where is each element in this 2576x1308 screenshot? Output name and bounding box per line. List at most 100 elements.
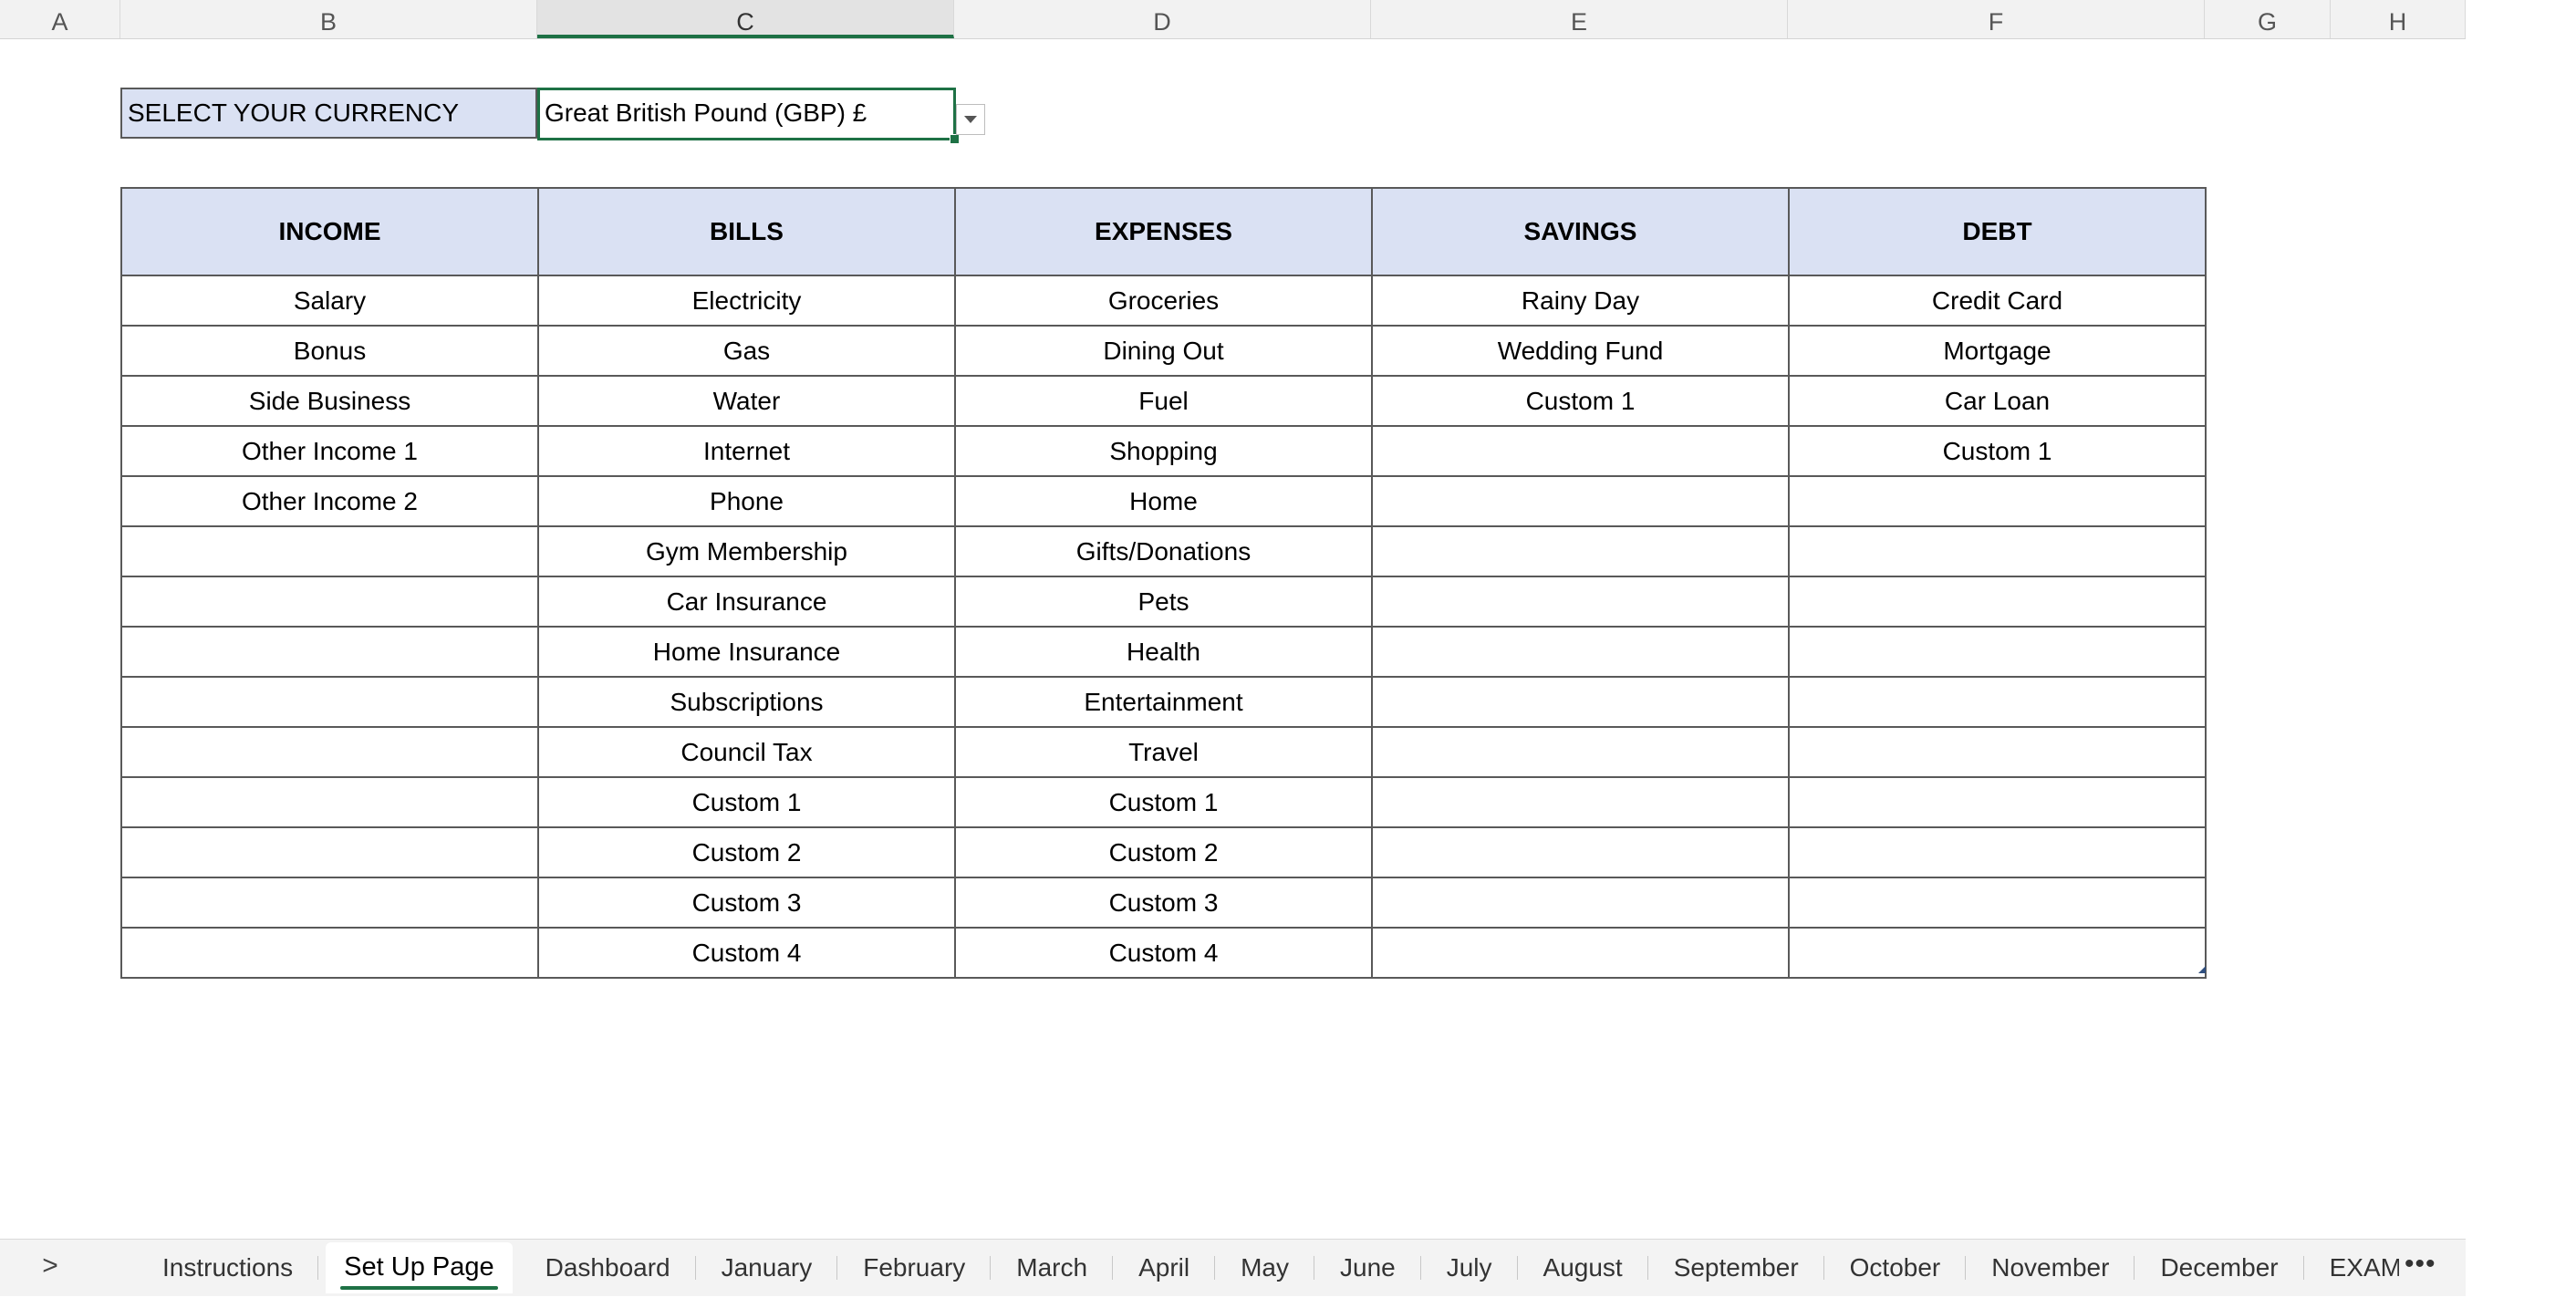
table-cell[interactable]: Home Insurance: [537, 626, 956, 678]
tab-may[interactable]: May: [1215, 1240, 1314, 1296]
tab-april[interactable]: April: [1113, 1240, 1216, 1296]
table-cell[interactable]: Custom 2: [537, 826, 956, 878]
tab-march[interactable]: March: [991, 1240, 1113, 1296]
table-cell[interactable]: [1371, 826, 1790, 878]
table-cell[interactable]: Wedding Fund: [1371, 325, 1790, 377]
table-cell[interactable]: Custom 4: [537, 927, 956, 979]
fill-handle[interactable]: [950, 134, 960, 144]
table-cell[interactable]: Custom 1: [1371, 375, 1790, 427]
table-cell[interactable]: Entertainment: [954, 676, 1373, 728]
table-cell[interactable]: Shopping: [954, 425, 1373, 477]
table-cell[interactable]: [120, 927, 539, 979]
table-cell[interactable]: [1788, 576, 2207, 628]
table-cell[interactable]: [1371, 726, 1790, 778]
currency-dropdown-button[interactable]: [956, 104, 985, 135]
table-resize-handle[interactable]: [2198, 966, 2206, 973]
header-bills[interactable]: BILLS: [537, 187, 956, 276]
column-header-e[interactable]: E: [1371, 0, 1788, 38]
table-cell[interactable]: Gifts/Donations: [954, 525, 1373, 577]
table-cell[interactable]: [1371, 525, 1790, 577]
table-cell[interactable]: Bonus: [120, 325, 539, 377]
tab-july[interactable]: July: [1421, 1240, 1518, 1296]
table-cell[interactable]: Custom 1: [537, 776, 956, 828]
tab-set-up-page[interactable]: Set Up Page: [326, 1242, 513, 1293]
table-cell[interactable]: Rainy Day: [1371, 275, 1790, 327]
table-cell[interactable]: Side Business: [120, 375, 539, 427]
currency-select-cell[interactable]: Great British Pound (GBP) £: [537, 88, 956, 140]
table-cell[interactable]: Custom 3: [537, 877, 956, 929]
column-header-c[interactable]: C: [537, 0, 954, 38]
table-cell[interactable]: Salary: [120, 275, 539, 327]
table-cell[interactable]: [1371, 776, 1790, 828]
table-cell[interactable]: [1788, 826, 2207, 878]
column-header-f[interactable]: F: [1788, 0, 2205, 38]
header-savings[interactable]: SAVINGS: [1371, 187, 1790, 276]
table-cell[interactable]: Custom 4: [954, 927, 1373, 979]
table-cell[interactable]: [120, 525, 539, 577]
table-cell[interactable]: [120, 776, 539, 828]
table-cell[interactable]: Groceries: [954, 275, 1373, 327]
table-cell[interactable]: [1788, 776, 2207, 828]
more-tabs-icon[interactable]: •••: [2405, 1251, 2436, 1278]
table-cell[interactable]: Other Income 1: [120, 425, 539, 477]
table-cell[interactable]: [1371, 927, 1790, 979]
header-expenses[interactable]: EXPENSES: [954, 187, 1373, 276]
column-header-b[interactable]: B: [120, 0, 537, 38]
table-cell[interactable]: [1371, 475, 1790, 527]
table-cell[interactable]: Custom 2: [954, 826, 1373, 878]
table-cell[interactable]: [1788, 525, 2207, 577]
column-header-g[interactable]: G: [2205, 0, 2331, 38]
table-cell[interactable]: Internet: [537, 425, 956, 477]
column-header-h[interactable]: H: [2331, 0, 2466, 38]
tab-november[interactable]: November: [1966, 1240, 2135, 1296]
table-cell[interactable]: Fuel: [954, 375, 1373, 427]
table-cell[interactable]: Electricity: [537, 275, 956, 327]
table-cell[interactable]: [1788, 626, 2207, 678]
tab-instructions[interactable]: Instructions: [137, 1240, 319, 1296]
column-header-d[interactable]: D: [954, 0, 1371, 38]
table-cell[interactable]: [120, 626, 539, 678]
header-income[interactable]: INCOME: [120, 187, 539, 276]
table-cell[interactable]: [1788, 475, 2207, 527]
tab-june[interactable]: June: [1314, 1240, 1421, 1296]
table-cell[interactable]: Water: [537, 375, 956, 427]
table-cell[interactable]: Council Tax: [537, 726, 956, 778]
table-cell[interactable]: [1371, 626, 1790, 678]
tab-august[interactable]: August: [1518, 1240, 1648, 1296]
table-cell[interactable]: Mortgage: [1788, 325, 2207, 377]
table-cell[interactable]: Pets: [954, 576, 1373, 628]
table-cell[interactable]: Custom 3: [954, 877, 1373, 929]
table-cell[interactable]: Car Loan: [1788, 375, 2207, 427]
table-cell[interactable]: Custom 1: [954, 776, 1373, 828]
table-cell[interactable]: [120, 877, 539, 929]
table-cell[interactable]: Car Insurance: [537, 576, 956, 628]
table-cell[interactable]: [1371, 576, 1790, 628]
table-cell[interactable]: [1371, 425, 1790, 477]
table-cell[interactable]: [120, 826, 539, 878]
tab-october[interactable]: October: [1824, 1240, 1967, 1296]
tab-example[interactable]: EXAMPLE: [2304, 1240, 2399, 1296]
column-header-a[interactable]: A: [0, 0, 120, 38]
table-cell[interactable]: Credit Card: [1788, 275, 2207, 327]
table-cell[interactable]: [120, 676, 539, 728]
table-cell[interactable]: Travel: [954, 726, 1373, 778]
table-cell[interactable]: [1788, 927, 2207, 979]
tab-dashboard[interactable]: Dashboard: [520, 1240, 696, 1296]
table-cell[interactable]: [1788, 726, 2207, 778]
table-cell[interactable]: Gas: [537, 325, 956, 377]
table-cell[interactable]: Health: [954, 626, 1373, 678]
table-cell[interactable]: [120, 576, 539, 628]
table-cell[interactable]: Gym Membership: [537, 525, 956, 577]
tab-january[interactable]: January: [696, 1240, 838, 1296]
tab-september[interactable]: September: [1648, 1240, 1824, 1296]
table-cell[interactable]: [120, 726, 539, 778]
table-cell[interactable]: Phone: [537, 475, 956, 527]
table-cell[interactable]: [1788, 676, 2207, 728]
table-cell[interactable]: [1371, 877, 1790, 929]
table-cell[interactable]: [1371, 676, 1790, 728]
table-cell[interactable]: [1788, 877, 2207, 929]
currency-label[interactable]: SELECT YOUR CURRENCY: [120, 88, 537, 139]
tab-february[interactable]: February: [837, 1240, 992, 1296]
chevron-right-icon[interactable]: >: [36, 1252, 64, 1280]
table-cell[interactable]: Dining Out: [954, 325, 1373, 377]
